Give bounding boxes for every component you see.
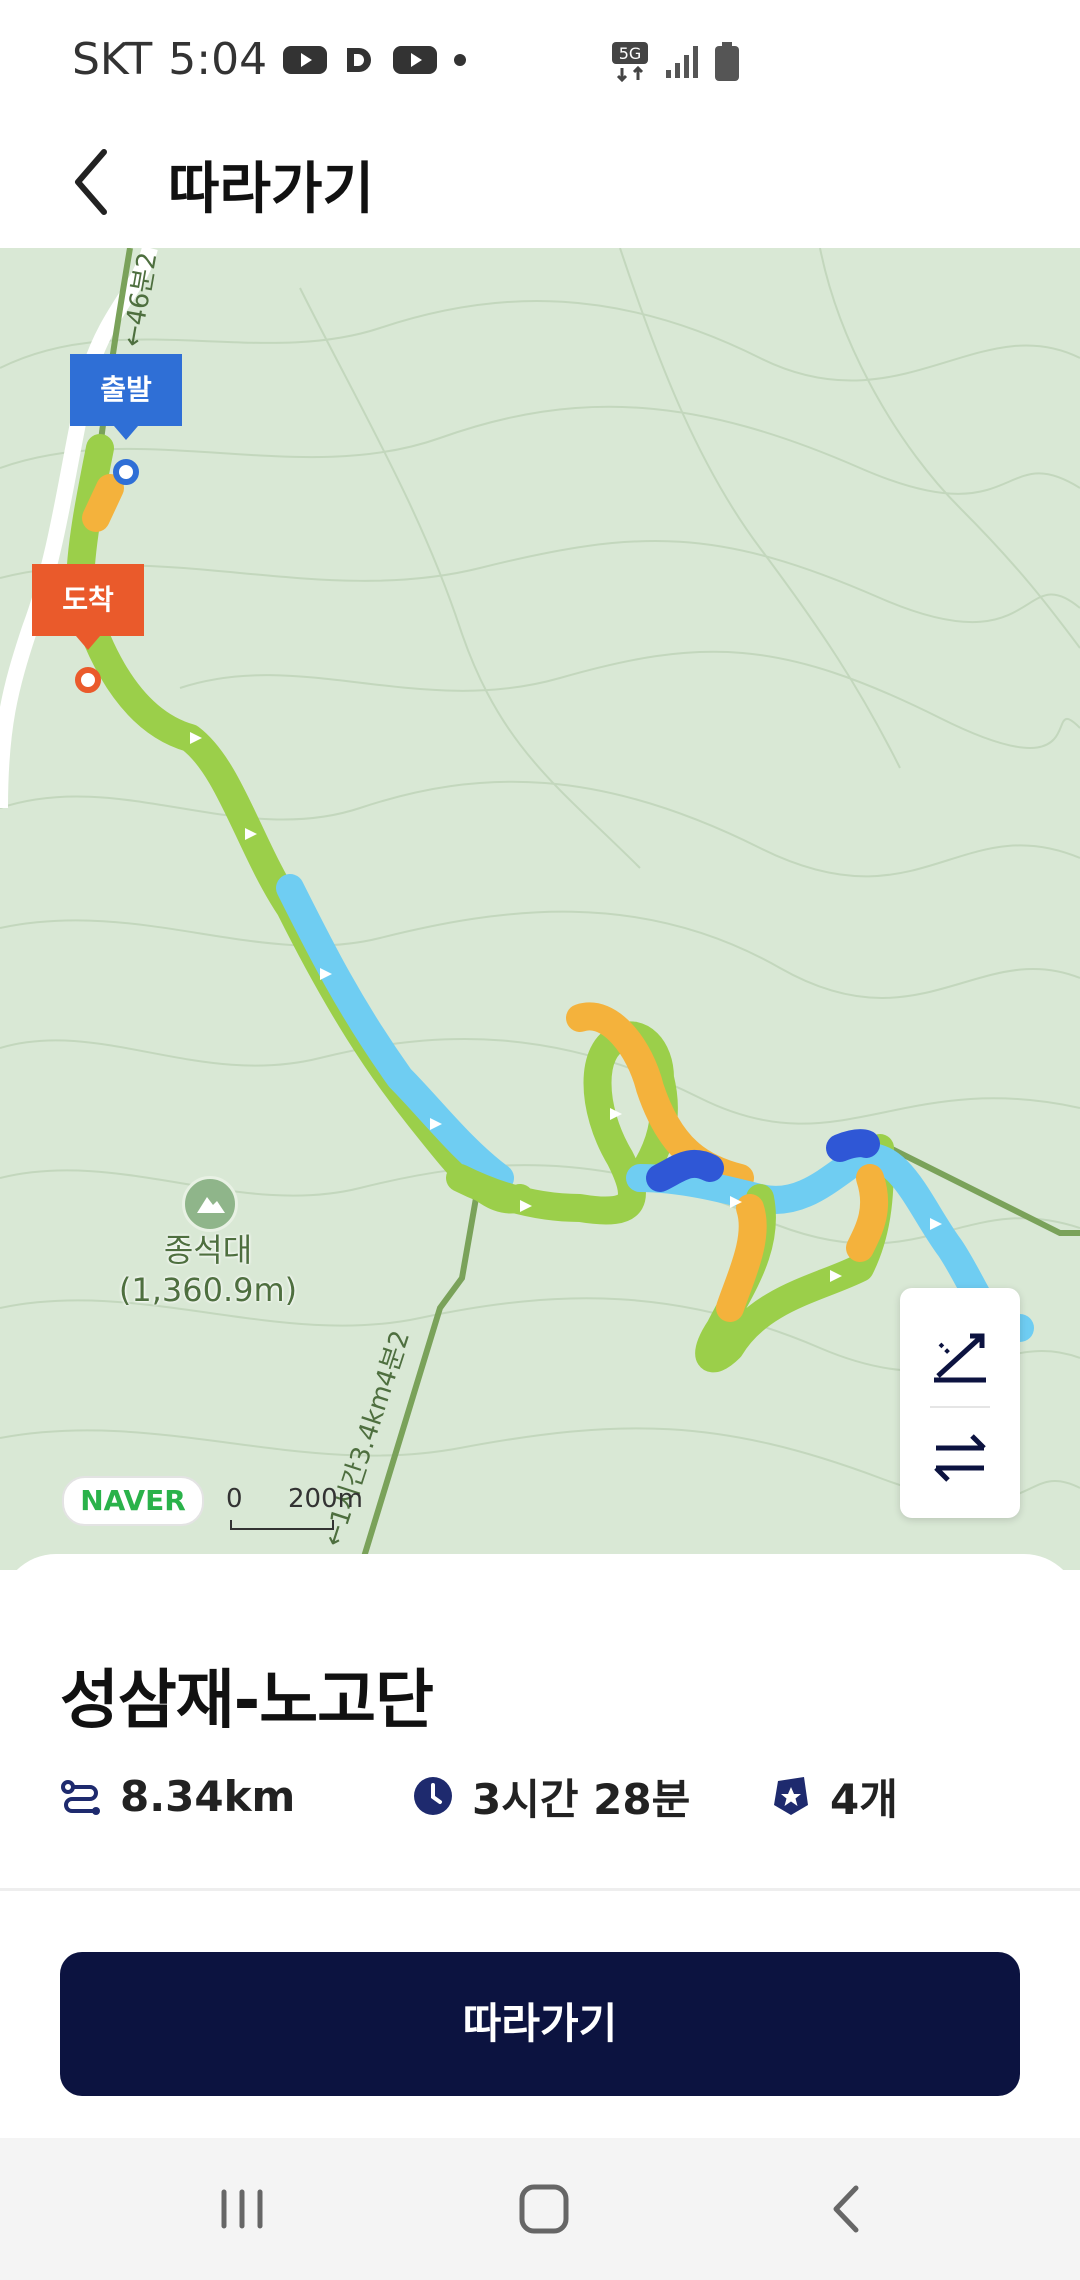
route-name: 성삼재-노고단	[60, 1664, 434, 1738]
scale-distance: 200m	[288, 1484, 363, 1514]
end-point	[75, 667, 101, 693]
battery-icon	[715, 42, 739, 81]
duration-value: 3시간 28분	[472, 1774, 691, 1824]
youtube-icon-2	[393, 45, 438, 74]
start-point	[113, 459, 139, 485]
map-controls	[900, 1288, 1020, 1518]
app-header: 따라가기	[0, 120, 1080, 248]
reverse-direction-icon[interactable]	[920, 1418, 1000, 1498]
stamp-count: 4개	[830, 1774, 898, 1824]
scale-bar	[230, 1520, 334, 1530]
elevation-profile-icon[interactable]	[920, 1316, 1000, 1396]
map-scale: 0 200m	[226, 1484, 363, 1530]
page-title: 따라가기	[168, 157, 375, 222]
star-badge-icon	[774, 1777, 808, 1815]
peak-label: 종석대 (1,360.9m)	[108, 1230, 308, 1310]
5g-network-icon: 5G	[612, 42, 648, 83]
peak-name: 종석대	[163, 1231, 253, 1269]
distance-value: 8.34km	[120, 1771, 296, 1821]
end-marker[interactable]: 도착	[32, 564, 144, 650]
trail-map[interactable]: ←46분2 ←1시간3.4km4분2 출발 도착 종석대 (1,360.9m) …	[0, 248, 1080, 1570]
signal-icon	[666, 46, 698, 78]
distance-stat: 8.34km	[60, 1766, 295, 1826]
recent-apps-icon[interactable]	[202, 2174, 282, 2244]
start-marker[interactable]: 출발	[70, 354, 182, 440]
peak-elevation: (1,360.9m)	[118, 1271, 298, 1309]
carrier-text: SKT	[72, 34, 153, 85]
clock-icon	[414, 1777, 452, 1815]
home-icon[interactable]	[504, 2174, 584, 2244]
route-stats: 8.34km 3시간 28분 4개	[60, 1766, 1040, 1826]
naver-logo: NAVER	[62, 1476, 204, 1526]
status-right: 5G	[610, 40, 740, 84]
section-divider	[0, 1888, 1080, 1891]
system-back-icon[interactable]	[808, 2174, 888, 2244]
duration-stat: 3시간 28분	[412, 1766, 690, 1826]
back-arrow-icon[interactable]	[62, 142, 142, 222]
controls-divider	[930, 1406, 990, 1408]
youtube-icon	[283, 45, 328, 74]
scale-zero: 0	[226, 1484, 243, 1514]
network-text: 5G	[619, 44, 642, 63]
follow-button[interactable]: 따라가기	[60, 1952, 1020, 2096]
mountain-peak-icon	[182, 1176, 238, 1232]
status-left: SKT 5:04	[72, 34, 467, 85]
d-app-icon	[347, 47, 372, 72]
notification-dot-icon	[454, 53, 467, 66]
clock-text: 5:04	[168, 34, 268, 85]
status-bar: SKT 5:04 5G	[0, 0, 1080, 120]
system-nav-bar	[0, 2138, 1080, 2280]
stamp-stat: 4개	[770, 1766, 898, 1826]
route-distance-icon	[61, 1780, 100, 1815]
